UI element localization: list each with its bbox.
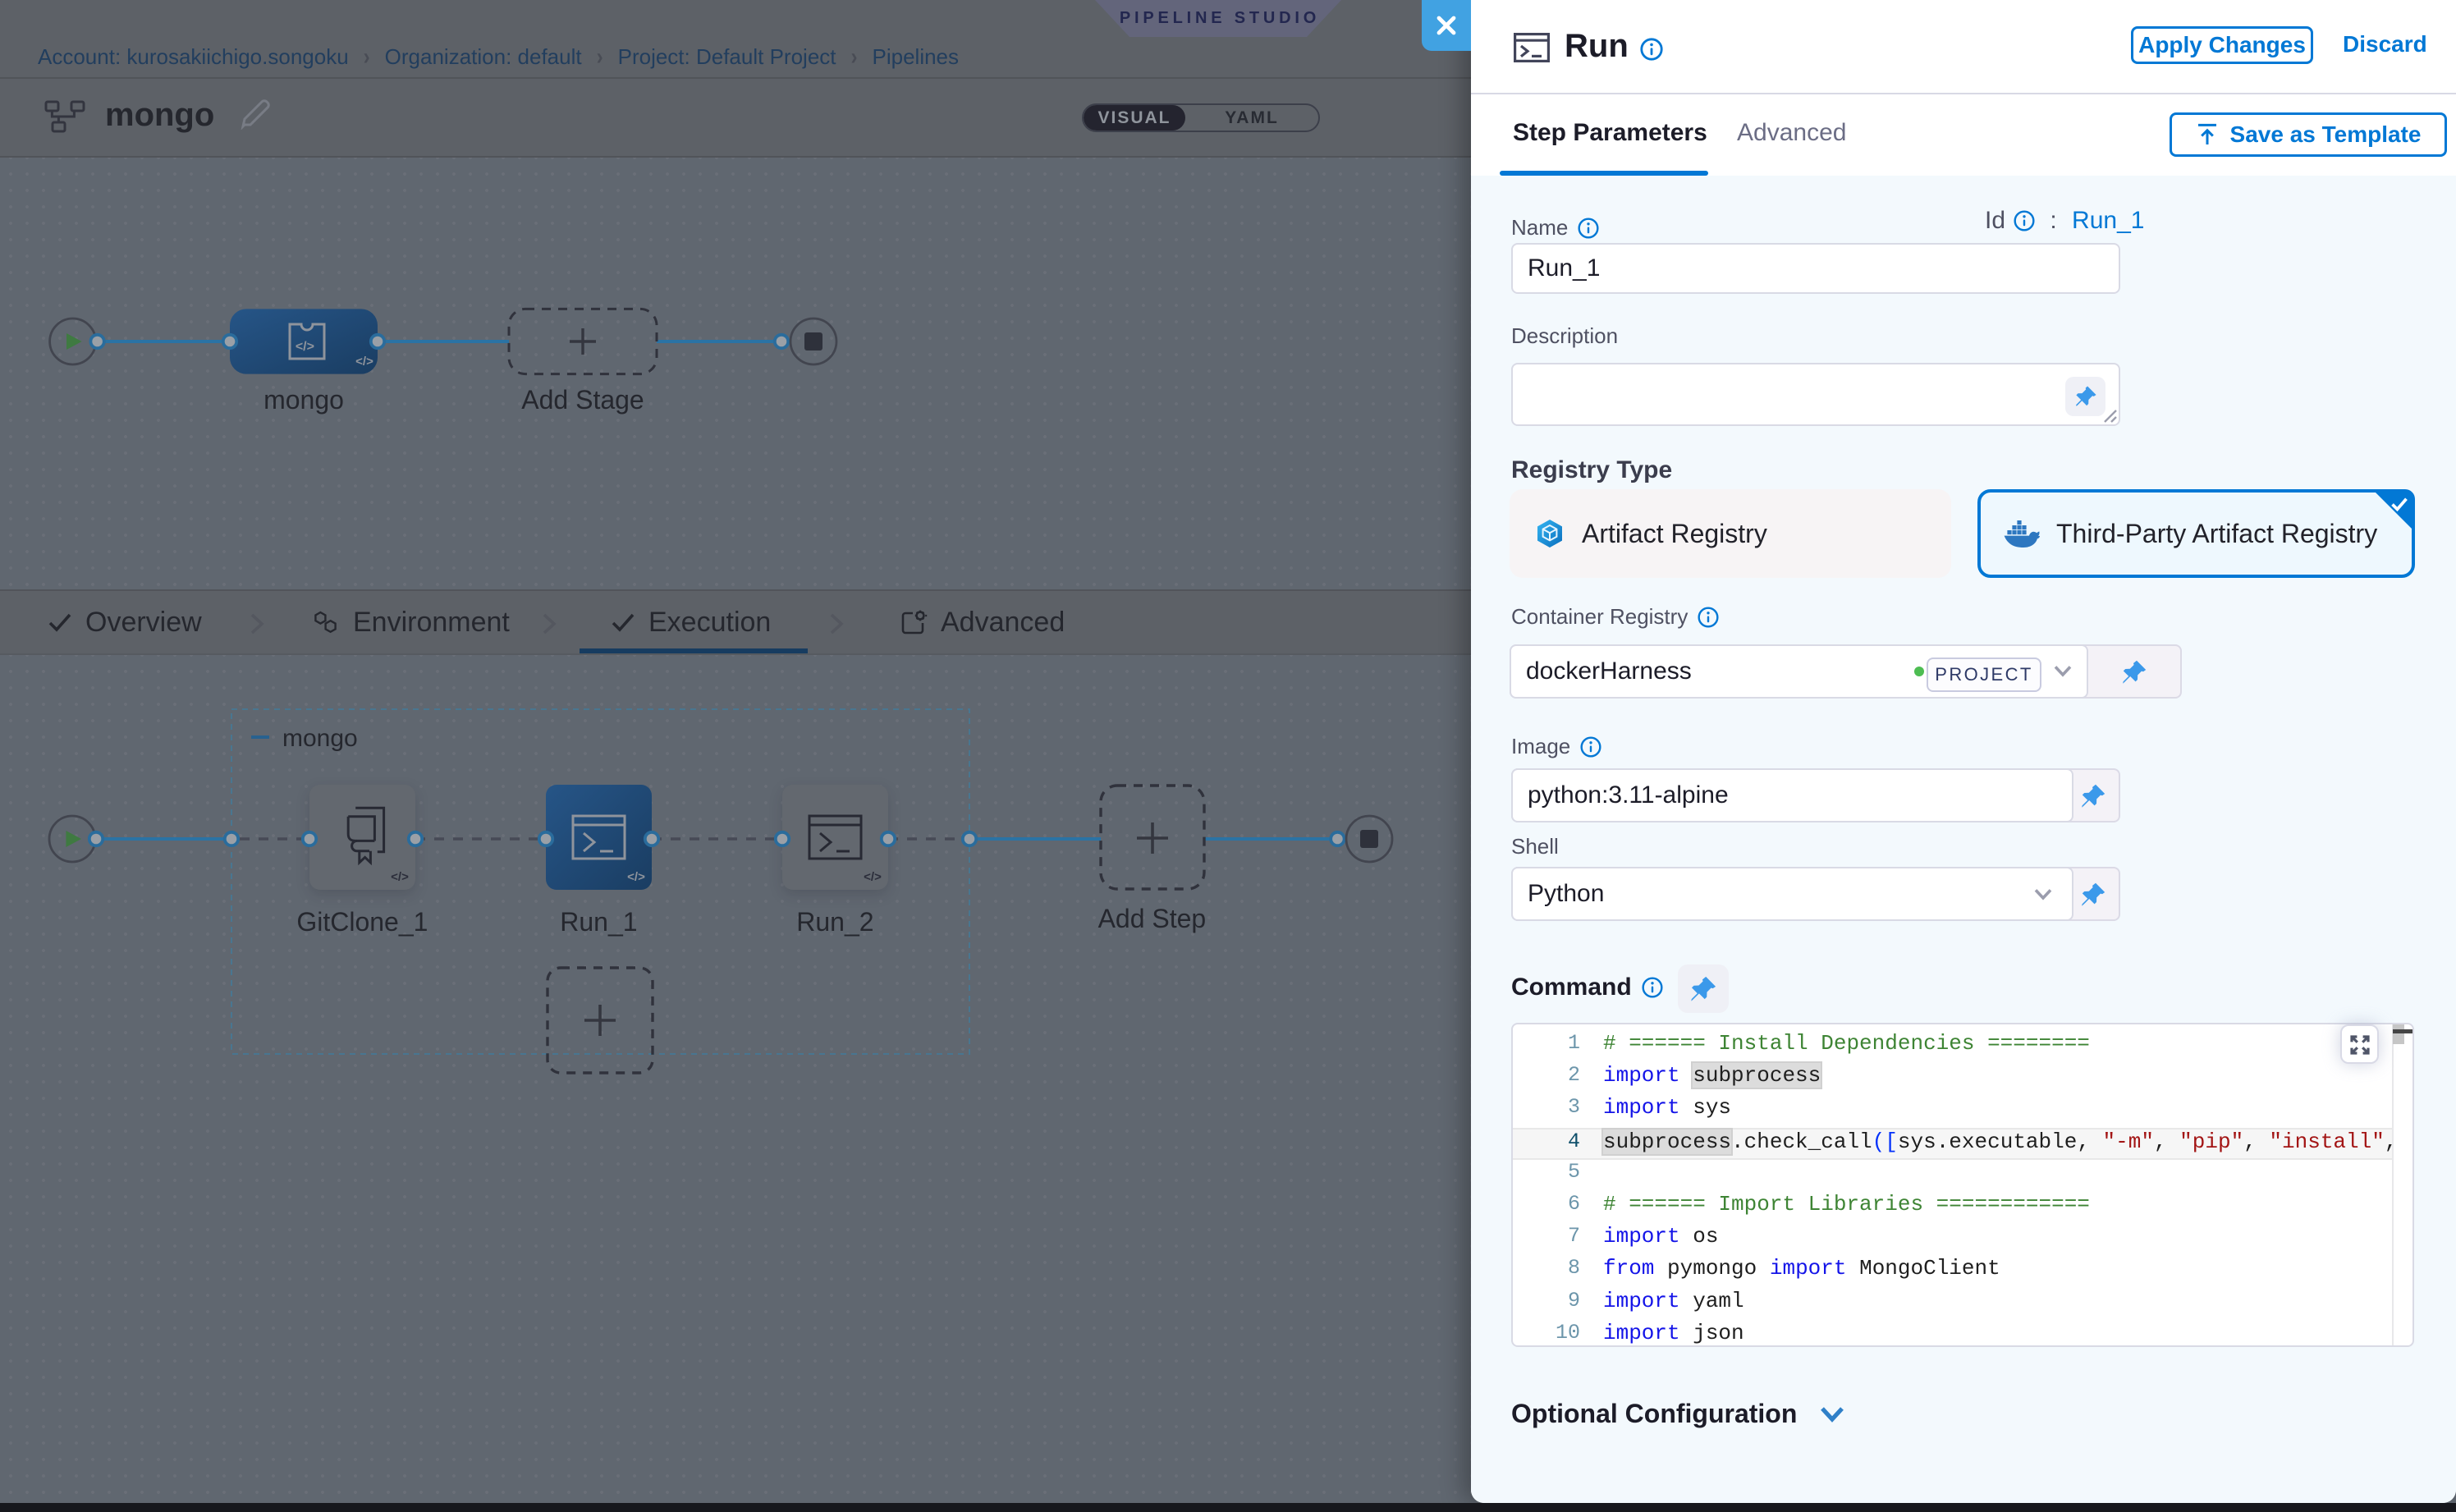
svg-text:</>: </> — [627, 870, 645, 884]
svg-text:</>: </> — [355, 355, 373, 369]
svg-text:GitClone_1: GitClone_1 — [296, 907, 428, 937]
svg-text:Add Stage: Add Stage — [521, 385, 644, 415]
svg-text:</>: </> — [864, 870, 882, 884]
svg-text:mongo: mongo — [263, 385, 344, 415]
svg-text:</>: </> — [296, 340, 314, 354]
svg-text:Run_2: Run_2 — [796, 907, 873, 937]
svg-text:Run_1: Run_1 — [560, 907, 637, 937]
svg-text:Add Step: Add Step — [1098, 904, 1207, 933]
svg-text:</>: </> — [391, 870, 409, 884]
svg-text:mongo: mongo — [282, 725, 358, 752]
